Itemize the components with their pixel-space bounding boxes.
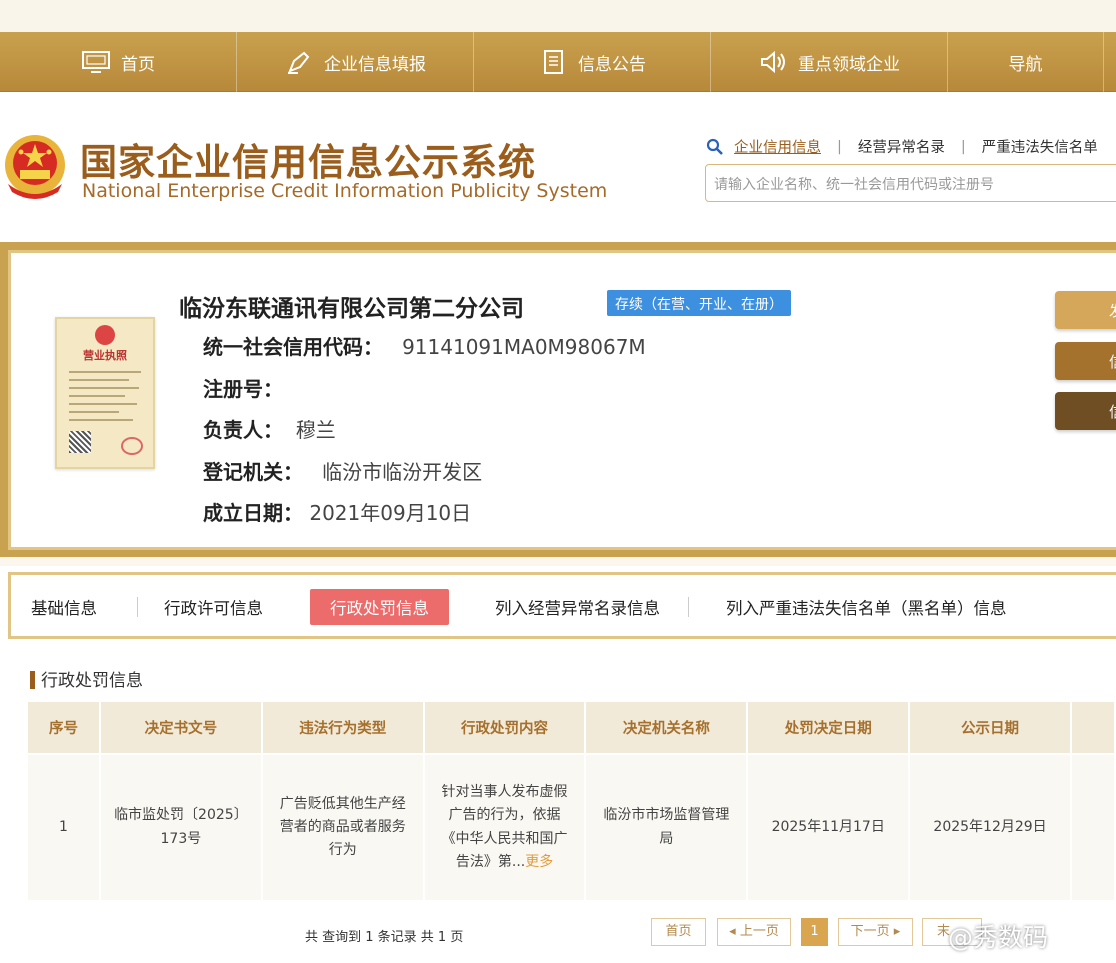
column-header-overflow [1070,702,1116,754]
detail-section: 基础信息 行政许可信息 行政处罚信息 列入经营异常名录信息 列入严重违法失信名单… [0,566,1116,963]
nav-navigation[interactable]: 导航 [948,32,1104,92]
main-nav: 首页 企业信息填报 信息公告 重点领域企业 导航 [0,32,1116,92]
pager-prev-button[interactable]: ◂ 上一页 [717,918,791,946]
column-header: 序号 [28,702,101,754]
nav-home[interactable]: 首页 [0,32,237,92]
tab-abnormal-list[interactable]: 列入经营异常名录信息 [495,595,660,619]
qr-code-icon [69,431,91,453]
nav-enterprise-filing[interactable]: 企业信息填报 [237,32,474,92]
tab-divider [8,636,1116,639]
nav-announcements[interactable]: 信息公告 [474,32,711,92]
license-title: 营业执照 [83,349,127,362]
nav-announcements-label: 信息公告 [578,54,646,75]
cell-publish-date: 2025年12月29日 [909,753,1072,900]
info-value: 91141091MA0M98067M [402,335,646,359]
info-credit-code: 统一社会信用代码： 91141091MA0M98067M [203,331,646,360]
top-strip [0,0,1116,32]
info-tabs: 基础信息 行政许可信息 行政处罚信息 列入经营异常名录信息 列入严重违法失信名单… [8,572,1116,638]
status-badge: 存续（在营、开业、在册） [607,290,791,316]
nav-key-sectors[interactable]: 重点领域企业 [711,32,948,92]
search-tab-credit[interactable]: 企业信用信息 [734,136,837,157]
pager-next-button[interactable]: 下一页 ▸ [838,918,913,946]
pen-icon [288,51,310,74]
pager-first-button[interactable]: 首页 [651,918,706,946]
nav-home-label: 首页 [121,54,155,75]
side-button-credit-1[interactable]: 信 [1055,342,1116,380]
company-card-frame: 营业执照 临汾东联通讯有限公司第二分公司 存续（在营、开业、在册） 统一社会信用… [0,242,1116,557]
nav-navigation-label: 导航 [1008,54,1043,75]
tab-admin-penalty[interactable]: 行政处罚信息 [310,588,449,625]
site-subtitle-en: National Enterprise Credit Information P… [82,180,608,202]
nav-enterprise-filing-label: 企业信息填报 [324,54,426,75]
company-name: 临汾东联通讯有限公司第二分公司 [179,296,524,322]
info-label: 成立日期： [203,501,303,525]
info-reg-no: 注册号： [203,373,283,402]
company-card: 营业执照 临汾东联通讯有限公司第二分公司 存续（在营、开业、在册） 统一社会信用… [8,250,1116,550]
monitor-icon [82,51,110,73]
nav-key-sectors-label: 重点领域企业 [798,54,900,75]
info-value: 2021年09月10日 [309,501,472,525]
section-title-text: 行政处罚信息 [41,671,143,691]
info-value: 穆兰 [295,418,336,442]
search-scope-tabs: 企业信用信息 | 经营异常名录 | 严重违法失信名单 [706,136,1114,157]
info-label: 登记机关： [203,460,303,484]
business-license-thumbnail[interactable]: 营业执照 [55,317,155,469]
pager-next-label: 下一页 [850,924,890,939]
info-label: 统一社会信用代码： [203,335,383,359]
column-header: 决定书文号 [99,702,263,754]
tab-separator [688,596,689,617]
side-button-credit-2[interactable]: 信 [1055,392,1116,430]
site-header: 国家企业信用信息公示系统 National Enterprise Credit … [0,92,1116,242]
seal-icon [121,437,143,455]
column-header: 公示日期 [909,702,1072,754]
chevron-left-icon: ◂ [729,924,740,939]
chevron-right-icon: ▸ [889,924,901,939]
more-link[interactable]: 更多 [525,854,553,870]
tab-admin-license[interactable]: 行政许可信息 [164,595,263,619]
pager-current-page[interactable]: 1 [801,918,828,946]
speaker-icon [761,50,785,74]
cell-authority: 临汾市市场监督管理局 [585,753,749,900]
table-row: 1 临市监处罚〔2025〕173号 广告贬低其他生产经营者的商品或者服务行为 针… [28,753,1116,900]
table-header-row: 序号 决定书文号 违法行为类型 行政处罚内容 决定机关名称 处罚决定日期 公示日… [28,702,1116,754]
column-header: 处罚决定日期 [747,702,911,754]
column-header: 决定机关名称 [585,702,749,754]
cell-doc-no: 临市监处罚〔2025〕173号 [99,753,263,900]
pager-prev-label: 上一页 [739,924,779,939]
nav-overflow [1104,32,1116,92]
info-authority: 登记机关： 临汾市临汾开发区 [203,456,482,485]
info-principal: 负责人： 穆兰 [203,414,336,443]
site-title: 国家企业信用信息公示系统 [80,141,536,184]
search-tab-abnormal[interactable]: 经营异常名录 [842,136,961,157]
cell-overflow [1070,753,1116,900]
tab-blacklist[interactable]: 列入严重违法失信名单（黑名单）信息 [726,595,1007,619]
cell-decision-date: 2025年11月17日 [747,753,911,900]
tab-basic-info[interactable]: 基础信息 [31,595,97,619]
license-emblem-icon [95,325,115,345]
watermark: @秀数码 [948,923,1049,952]
search-tab-blacklist[interactable]: 严重违法失信名单 [966,136,1114,157]
national-emblem-icon [5,135,65,199]
info-label: 负责人： [203,418,283,442]
info-value: 临汾市临汾开发区 [322,460,483,484]
cell-index: 1 [28,753,101,900]
info-label: 注册号： [203,377,283,401]
cell-violation: 广告贬低其他生产经营者的商品或者服务行为 [261,753,425,900]
pager-total: 共 查询到 1 条记录 共 1 页 [305,930,464,945]
search-icon [706,138,723,155]
info-founded: 成立日期： 2021年09月10日 [203,497,471,526]
tab-separator [137,596,138,617]
document-icon [544,50,563,74]
column-header: 违法行为类型 [261,702,425,754]
cell-content: 针对当事人发布虚假广告的行为，依据《中华人民共和国广告法》第...更多 [423,753,587,900]
column-header: 行政处罚内容 [423,702,587,754]
penalty-table: 序号 决定书文号 违法行为类型 行政处罚内容 决定机关名称 处罚决定日期 公示日… [28,702,1116,900]
section-title: 行政处罚信息 [30,666,143,691]
side-button-issue[interactable]: 发 [1055,291,1116,329]
title-bar-marker [30,671,35,689]
search-input[interactable]: 请输入企业名称、统一社会信用代码或注册号 [705,164,1116,202]
